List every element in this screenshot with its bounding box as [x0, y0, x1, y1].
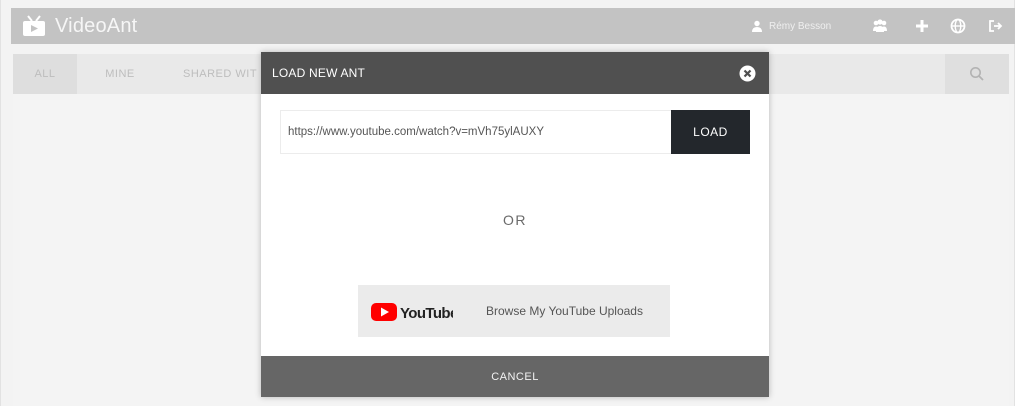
video-url-input[interactable] — [280, 110, 672, 154]
load-button[interactable]: LOAD — [671, 110, 750, 154]
tab-shared-with[interactable]: SHARED WIT — [173, 54, 261, 94]
or-divider-label: OR — [503, 212, 527, 228]
top-navbar: VideoAnt Rémy Besson — [11, 8, 1015, 44]
tab-mine[interactable]: MINE — [87, 54, 153, 94]
youtube-button-label: Browse My YouTube Uploads — [486, 304, 643, 318]
modal-title: LOAD NEW ANT — [272, 66, 366, 80]
search-button[interactable] — [945, 54, 1009, 94]
user-icon — [752, 20, 762, 32]
tv-logo-icon[interactable] — [21, 14, 47, 38]
search-icon — [970, 67, 984, 81]
user-name: Rémy Besson — [769, 20, 832, 32]
app-window: VideoAnt Rémy Besson ALL MINE SHARED WIT… — [0, 0, 1015, 406]
modal-header: LOAD NEW ANT — [261, 52, 769, 94]
logout-icon[interactable] — [987, 17, 1005, 35]
app-title[interactable]: VideoAnt — [55, 15, 137, 38]
cancel-button[interactable]: CANCEL — [261, 356, 769, 397]
youtube-logo-icon: YouTube — [371, 303, 453, 322]
tab-all[interactable]: ALL — [13, 54, 77, 94]
load-new-ant-modal: LOAD NEW ANT LOAD OR YouTube Browse My Y… — [261, 52, 769, 397]
user-menu[interactable]: Rémy Besson — [751, 18, 831, 34]
globe-icon[interactable] — [949, 17, 967, 35]
browse-youtube-uploads-button[interactable]: YouTube Browse My YouTube Uploads — [358, 285, 670, 337]
close-icon[interactable] — [739, 65, 756, 82]
youtube-brand-text: YouTube — [400, 305, 453, 322]
groups-icon[interactable] — [871, 17, 889, 35]
plus-icon[interactable] — [913, 17, 931, 35]
